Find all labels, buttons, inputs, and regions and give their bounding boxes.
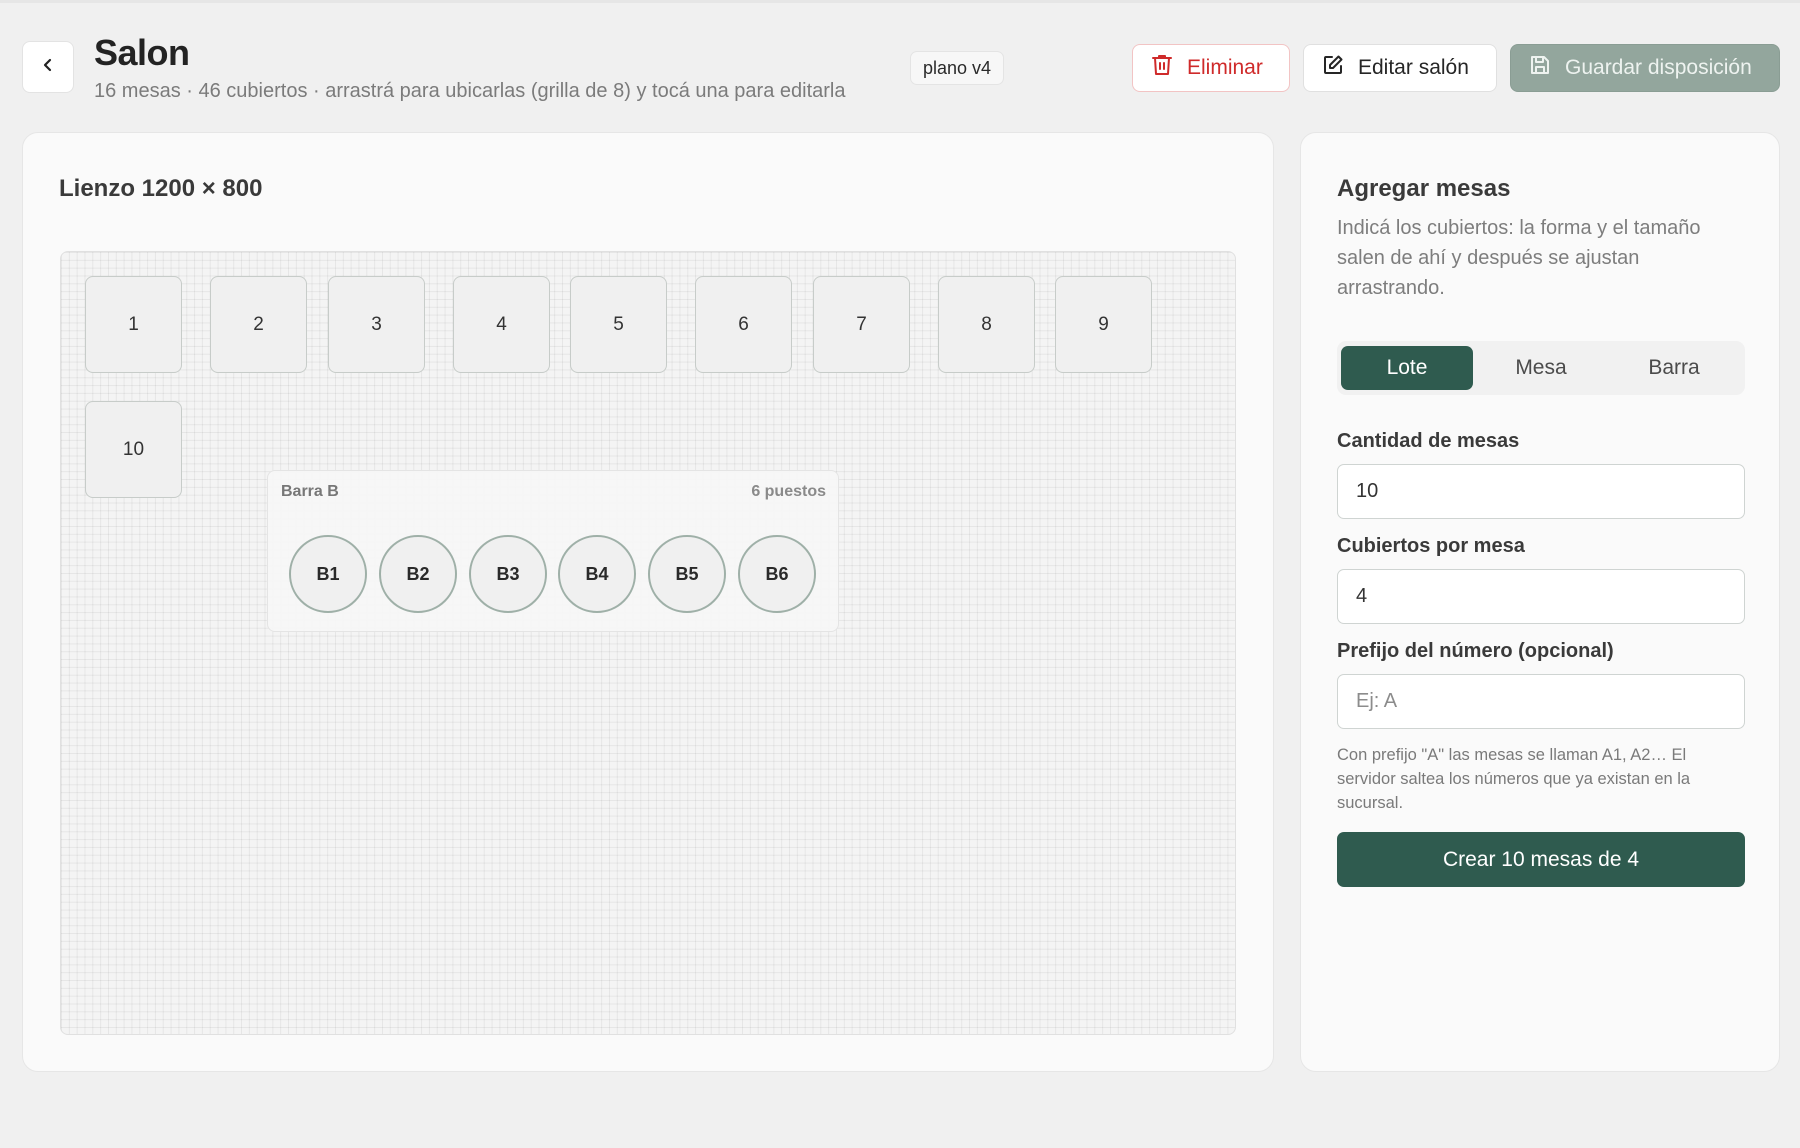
table-9[interactable]: 9 bbox=[1055, 276, 1152, 373]
bar-seat-b5[interactable]: B5 bbox=[648, 535, 726, 613]
table-7[interactable]: 7 bbox=[813, 276, 910, 373]
quantity-input[interactable] bbox=[1337, 464, 1745, 519]
top-divider bbox=[0, 0, 1800, 3]
edit-salon-label: Editar salón bbox=[1358, 56, 1469, 79]
table-10[interactable]: 10 bbox=[85, 401, 182, 498]
table-2[interactable]: 2 bbox=[210, 276, 307, 373]
bar-seat-count: 6 puestos bbox=[751, 483, 826, 500]
table-6[interactable]: 6 bbox=[695, 276, 792, 373]
bar-name: Barra B bbox=[281, 483, 339, 500]
prefix-hint: Con prefijo "A" las mesas se llaman A1, … bbox=[1337, 746, 1691, 812]
bar-seat-b2[interactable]: B2 bbox=[379, 535, 457, 613]
covers-input[interactable] bbox=[1337, 569, 1745, 624]
back-button[interactable] bbox=[22, 41, 74, 93]
page-subtitle: 16 mesas · 46 cubiertos · arrastrá para … bbox=[94, 80, 846, 102]
edit-salon-button[interactable]: Editar salón bbox=[1303, 44, 1497, 92]
table-3[interactable]: 3 bbox=[328, 276, 425, 373]
table-8[interactable]: 8 bbox=[938, 276, 1035, 373]
bar-seat-b1[interactable]: B1 bbox=[289, 535, 367, 613]
mode-tabs: Lote Mesa Barra bbox=[1337, 341, 1745, 395]
bar-seat-b6[interactable]: B6 bbox=[738, 535, 816, 613]
edit-icon bbox=[1322, 54, 1344, 82]
save-layout-label: Guardar disposición bbox=[1565, 56, 1752, 79]
tab-lote[interactable]: Lote bbox=[1341, 346, 1473, 390]
prefix-label: Prefijo del número (opcional) bbox=[1337, 640, 1614, 662]
create-tables-button[interactable]: Crear 10 mesas de 4 bbox=[1337, 832, 1745, 887]
add-tables-panel: Agregar mesas Indicá los cubiertos: la f… bbox=[1300, 132, 1780, 1072]
quantity-label: Cantidad de mesas bbox=[1337, 430, 1520, 452]
bar-seat-b3[interactable]: B3 bbox=[469, 535, 547, 613]
delete-label: Eliminar bbox=[1187, 56, 1263, 79]
chevron-left-icon bbox=[41, 58, 55, 77]
panel-title: Agregar mesas bbox=[1337, 175, 1511, 202]
floppy-disk-icon bbox=[1529, 54, 1551, 82]
tab-barra[interactable]: Barra bbox=[1608, 346, 1740, 390]
covers-label: Cubiertos por mesa bbox=[1337, 535, 1525, 557]
delete-button[interactable]: Eliminar bbox=[1132, 44, 1290, 92]
table-4[interactable]: 4 bbox=[453, 276, 550, 373]
bar-seat-b4[interactable]: B4 bbox=[558, 535, 636, 613]
page-title: Salon bbox=[94, 32, 190, 73]
table-1[interactable]: 1 bbox=[85, 276, 182, 373]
canvas-title: Lienzo 1200 × 800 bbox=[59, 175, 263, 202]
prefix-input[interactable] bbox=[1337, 674, 1745, 729]
save-layout-button[interactable]: Guardar disposición bbox=[1510, 44, 1780, 92]
plan-version-badge: plano v4 bbox=[910, 51, 1005, 85]
trash-icon bbox=[1151, 53, 1173, 83]
floor-plan-canvas[interactable]: 1 2 3 4 5 6 7 8 9 10 Barra B 6 puestos B1 B2 B3 B4 B5… bbox=[60, 251, 1236, 1035]
panel-description: Indicá los cubiertos: la forma y el tama… bbox=[1337, 217, 1701, 299]
canvas-card: Lienzo 1200 × 800 1 2 3 4 5 6 7 8 9 10 Barra B 6 … bbox=[22, 132, 1274, 1072]
tab-mesa[interactable]: Mesa bbox=[1475, 346, 1607, 390]
bar-counter[interactable]: Barra B 6 puestos B1 B2 B3 B4 B5 B6 bbox=[267, 470, 839, 632]
table-5[interactable]: 5 bbox=[570, 276, 667, 373]
